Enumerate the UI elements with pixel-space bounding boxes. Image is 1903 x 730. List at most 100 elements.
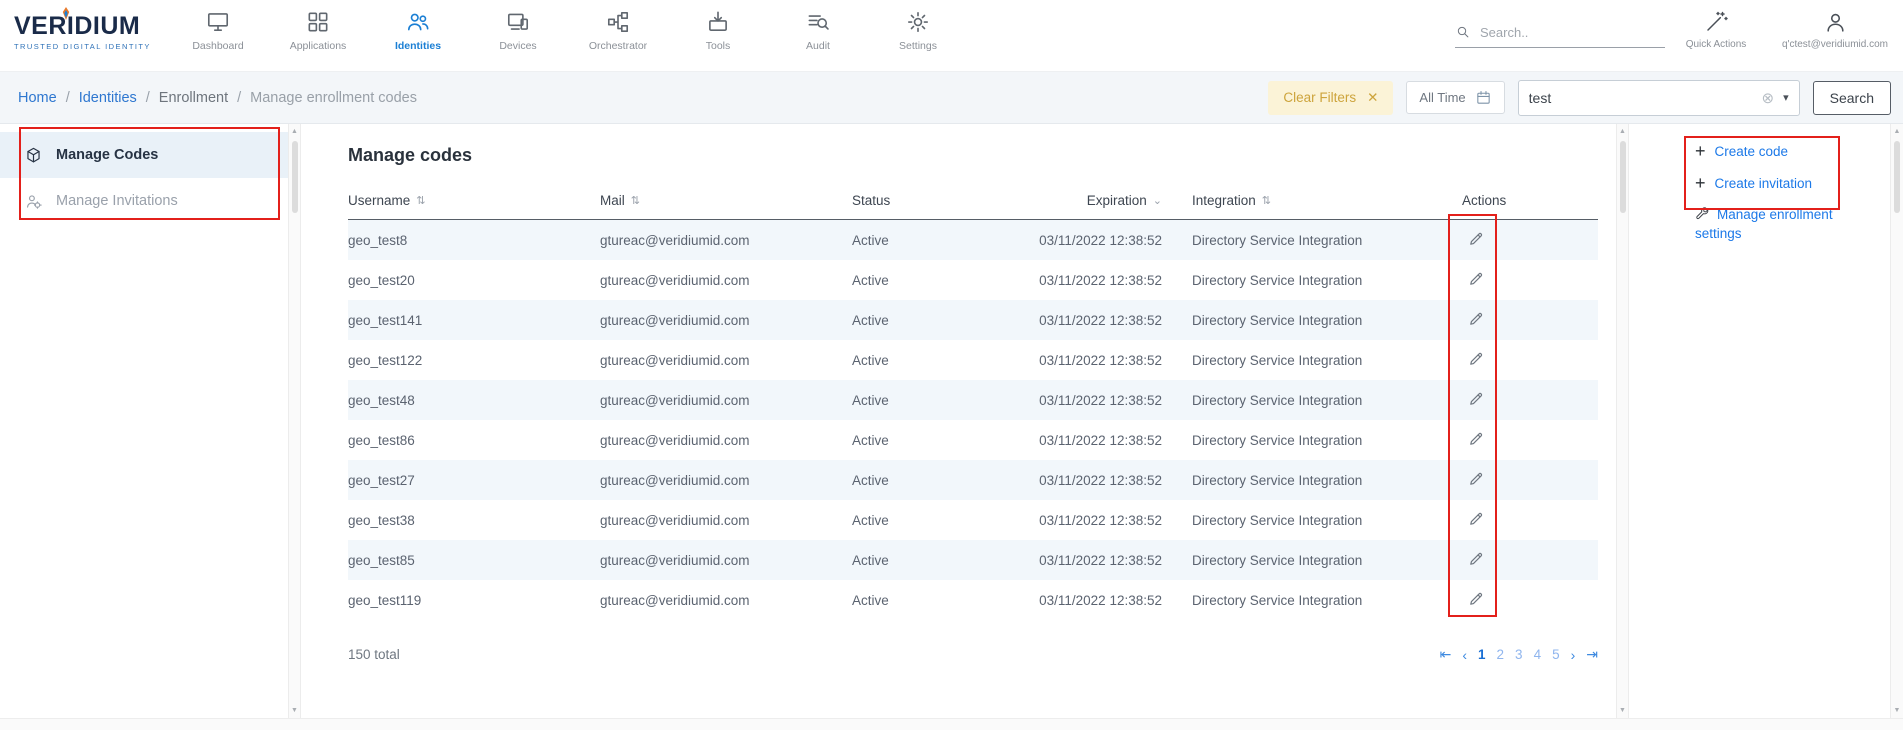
manage-enrollment-settings-label: Manage enrollment settings [1695, 207, 1833, 241]
global-search[interactable] [1455, 24, 1665, 48]
cell-integration: Directory Service Integration [1192, 553, 1452, 568]
pencil-icon [1468, 431, 1484, 447]
veridium-logo[interactable]: VERIDIUM TRUSTED DIGITAL IDENTITY [14, 14, 151, 51]
sort-icon: ⇅ [416, 194, 425, 207]
scroll-down-icon[interactable]: ▼ [289, 707, 300, 714]
applications-icon [305, 9, 331, 35]
cell-status: Active [852, 393, 1002, 408]
cell-mail: gtureac@veridiumid.com [600, 313, 852, 328]
manage-enrollment-settings-link[interactable]: Manage enrollment settings [1695, 206, 1865, 244]
cell-status: Active [852, 473, 1002, 488]
pencil-icon [1468, 271, 1484, 287]
nav-item-applications[interactable]: Applications [268, 9, 368, 52]
nav-label: Devices [499, 40, 536, 52]
pagination-page-4[interactable]: 4 [1534, 647, 1542, 662]
pagination-next-button[interactable]: › [1571, 647, 1576, 663]
identities-icon [405, 9, 431, 35]
edit-code-button[interactable] [1462, 549, 1490, 572]
sidebar-item-manage-codes[interactable]: Manage Codes [0, 132, 288, 178]
edit-code-button[interactable] [1462, 269, 1490, 292]
edit-code-button[interactable] [1462, 389, 1490, 412]
user-menu[interactable]: q'ctest@veridiumid.com [1774, 10, 1896, 50]
pagination-prev-button[interactable]: ‹ [1462, 647, 1467, 663]
cell-mail: gtureac@veridiumid.com [600, 273, 852, 288]
create-code-link[interactable]: + Create code [1695, 142, 1890, 160]
time-range-button[interactable]: All Time [1406, 81, 1504, 114]
pagination-page-1[interactable]: 1 [1478, 647, 1486, 662]
cell-username: geo_test86 [348, 433, 600, 448]
content-scrollbar[interactable]: ▲▼ [1616, 124, 1629, 718]
edit-code-button[interactable] [1462, 469, 1490, 492]
cell-mail: gtureac@veridiumid.com [600, 393, 852, 408]
chevron-down-icon[interactable]: ▾ [1783, 91, 1789, 104]
pagination-last-button[interactable]: ⇥ [1586, 646, 1598, 663]
cell-expiration: 03/11/2022 12:38:52 [1002, 233, 1192, 248]
nav-item-devices[interactable]: Devices [468, 9, 568, 52]
breadcrumb-identities[interactable]: Identities [79, 90, 137, 106]
pencil-icon [1468, 591, 1484, 607]
column-header-username[interactable]: Username⇅ [348, 193, 600, 208]
nav-label: Settings [899, 40, 937, 52]
cell-username: geo_test8 [348, 233, 600, 248]
logo-text: VERIDIUM [14, 14, 151, 39]
breadcrumb-home[interactable]: Home [18, 90, 57, 106]
pagination-page-3[interactable]: 3 [1515, 647, 1523, 662]
pagination-page-5[interactable]: 5 [1552, 647, 1560, 662]
nav-item-orchestrator[interactable]: Orchestrator [568, 9, 668, 52]
create-invitation-link[interactable]: + Create invitation [1695, 174, 1890, 192]
table-row: geo_test27 gtureac@veridiumid.com Active… [348, 460, 1598, 500]
clear-filters-button[interactable]: Clear Filters ✕ [1268, 81, 1393, 115]
primary-nav: Dashboard Applications Identities Device… [168, 9, 968, 52]
sidebar-item-manage-invitations[interactable]: Manage Invitations [0, 178, 288, 224]
nav-item-audit[interactable]: Audit [768, 9, 868, 52]
nav-item-dashboard[interactable]: Dashboard [168, 9, 268, 52]
invitation-icon [24, 192, 43, 211]
table-row: geo_test122 gtureac@veridiumid.com Activ… [348, 340, 1598, 380]
cell-expiration: 03/11/2022 12:38:52 [1002, 353, 1192, 368]
scroll-up-icon[interactable]: ▲ [1891, 128, 1903, 135]
cell-expiration: 03/11/2022 12:38:52 [1002, 473, 1192, 488]
column-header-mail[interactable]: Mail⇅ [600, 193, 852, 208]
filter-search-input[interactable] [1529, 90, 1762, 106]
plus-icon: + [1695, 174, 1706, 192]
scroll-down-icon[interactable]: ▼ [1891, 707, 1903, 714]
nav-item-settings[interactable]: Settings [868, 9, 968, 52]
horizontal-scrollbar[interactable] [0, 718, 1903, 730]
pencil-icon [1468, 231, 1484, 247]
nav-item-identities[interactable]: Identities [368, 9, 468, 52]
scroll-up-icon[interactable]: ▲ [289, 128, 300, 135]
scrollbar-thumb[interactable] [1620, 141, 1626, 213]
cell-expiration: 03/11/2022 12:38:52 [1002, 593, 1192, 608]
wrench-icon [1695, 206, 1710, 221]
scrollbar-thumb[interactable] [1894, 141, 1900, 213]
global-search-input[interactable] [1480, 25, 1645, 40]
search-button[interactable]: Search [1813, 81, 1891, 115]
edit-code-button[interactable] [1462, 309, 1490, 332]
cell-mail: gtureac@veridiumid.com [600, 433, 852, 448]
scrollbar-thumb[interactable] [292, 141, 298, 213]
cell-integration: Directory Service Integration [1192, 433, 1452, 448]
cell-username: geo_test119 [348, 593, 600, 608]
pagination-page-2[interactable]: 2 [1497, 647, 1505, 662]
cell-status: Active [852, 433, 1002, 448]
table-row: geo_test38 gtureac@veridiumid.com Active… [348, 500, 1598, 540]
scroll-up-icon[interactable]: ▲ [1617, 128, 1628, 135]
nav-item-tools[interactable]: Tools [668, 9, 768, 52]
edit-code-button[interactable] [1462, 509, 1490, 532]
devices-icon [505, 9, 531, 35]
page-scrollbar[interactable]: ▲▼ [1890, 124, 1903, 718]
column-header-integration[interactable]: Integration⇅ [1192, 193, 1452, 208]
quick-actions-button[interactable]: Quick Actions [1676, 10, 1756, 50]
edit-code-button[interactable] [1462, 429, 1490, 452]
pagination-first-button[interactable]: ⇤ [1440, 646, 1452, 663]
nav-label: Identities [395, 40, 441, 52]
edit-code-button[interactable] [1462, 229, 1490, 252]
clear-input-icon[interactable]: ⊗ [1762, 89, 1775, 107]
cell-integration: Directory Service Integration [1192, 313, 1452, 328]
scroll-down-icon[interactable]: ▼ [1617, 707, 1628, 714]
edit-code-button[interactable] [1462, 589, 1490, 612]
sidebar-scrollbar[interactable]: ▲▼ [288, 124, 301, 718]
column-header-expiration[interactable]: Expiration⌄ [1002, 193, 1192, 208]
edit-code-button[interactable] [1462, 349, 1490, 372]
cell-status: Active [852, 313, 1002, 328]
